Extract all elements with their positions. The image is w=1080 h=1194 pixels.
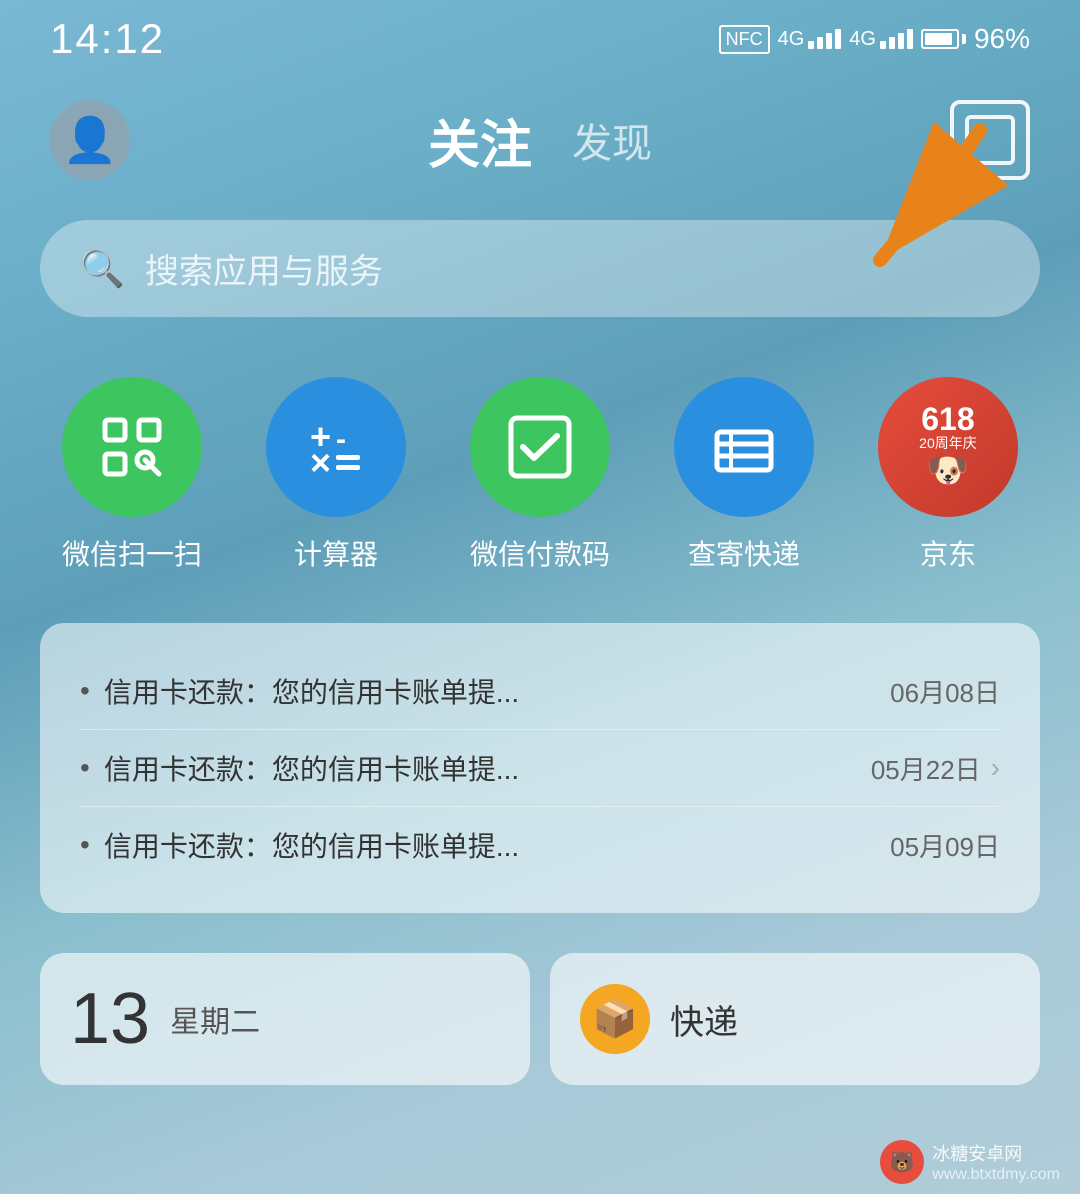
qr-icon[interactable] — [950, 100, 1030, 180]
search-bar[interactable]: 🔍 搜索应用与服务 — [40, 220, 1040, 317]
box-icon — [709, 412, 779, 482]
calendar-day: 星期二 — [170, 997, 260, 1041]
notif-content-3: • 信用卡还款：您的信用卡账单提... — [80, 825, 870, 865]
watermark-info: 冰糖安卓网 www.btxtdmy.com — [932, 1140, 1060, 1184]
battery-tip — [962, 34, 966, 44]
notif-bullet-2: • — [80, 754, 90, 782]
notif-text-2: 信用卡还款：您的信用卡账单提... — [104, 748, 519, 788]
notif-row-3[interactable]: • 信用卡还款：您的信用卡账单提... 05月09日 — [80, 806, 1000, 883]
watermark-url: www.btxtdmy.com — [932, 1166, 1060, 1184]
app-label-express: 查寄快递 — [688, 533, 800, 573]
battery-fill — [925, 33, 952, 45]
app-jd[interactable]: 618 20周年庆 🐶 京东 — [878, 377, 1018, 573]
tab-faxian[interactable]: 发现 — [572, 111, 652, 169]
notif-text-3: 信用卡还款：您的信用卡账单提... — [104, 825, 519, 865]
watermark-logo: 🐻 — [880, 1140, 924, 1184]
app-icon-calculator: + - × — [266, 377, 406, 517]
status-time: 14:12 — [50, 15, 165, 63]
svg-text:×: × — [310, 442, 331, 483]
signal-group-2: 4G — [849, 28, 913, 51]
header: 👤 关注 发现 — [0, 80, 1080, 200]
delivery-label: 快递 — [670, 995, 738, 1044]
pay-icon — [505, 412, 575, 482]
svg-text:-: - — [336, 423, 346, 456]
app-label-jd: 京东 — [920, 533, 976, 573]
calendar-date: 13 — [70, 983, 150, 1055]
notif-date-1: 06月08日 — [890, 673, 1000, 710]
notif-bullet-1: • — [80, 677, 90, 705]
app-calculator[interactable]: + - × 计算器 — [266, 377, 406, 573]
notif-arrow: › — [991, 752, 1000, 784]
battery-body — [921, 29, 959, 49]
avatar[interactable]: 👤 — [50, 100, 130, 180]
notif-text-1: 信用卡还款：您的信用卡账单提... — [104, 671, 519, 711]
search-placeholder: 搜索应用与服务 — [145, 244, 383, 293]
notification-card: • 信用卡还款：您的信用卡账单提... 06月08日 • 信用卡还款：您的信用卡… — [40, 623, 1040, 913]
app-label-wechat-pay: 微信付款码 — [470, 533, 610, 573]
app-icon-wechat-scan — [62, 377, 202, 517]
app-wechat-scan[interactable]: 微信扫一扫 — [62, 377, 202, 573]
avatar-icon: 👤 — [63, 114, 118, 166]
app-wechat-pay[interactable]: 微信付款码 — [470, 377, 610, 573]
4g-label-2: 4G — [849, 28, 876, 51]
calc-icon: + - × — [300, 411, 372, 483]
delivery-card[interactable]: 📦 快递 — [550, 953, 1040, 1085]
app-icon-jd: 618 20周年庆 🐶 — [878, 377, 1018, 517]
battery-percentage: 96% — [974, 23, 1030, 55]
scan-icon — [97, 412, 167, 482]
notif-date-2: 05月22日 — [871, 750, 981, 787]
watermark-name: 冰糖安卓网 — [932, 1140, 1060, 1166]
nfc-icon: NFC — [719, 25, 770, 54]
app-express[interactable]: 查寄快递 — [674, 377, 814, 573]
notif-content-2: • 信用卡还款：您的信用卡账单提... — [80, 748, 851, 788]
apps-grid: 微信扫一扫 + - × 计算器 微信付款码 — [0, 337, 1080, 593]
4g-label-1: 4G — [778, 28, 805, 51]
status-icons: NFC 4G 4G — [719, 23, 1030, 55]
notif-row-2[interactable]: • 信用卡还款：您的信用卡账单提... 05月22日 › — [80, 729, 1000, 806]
signal-group-1: 4G — [778, 28, 842, 51]
app-label-calculator: 计算器 — [294, 533, 378, 573]
notif-row-1[interactable]: • 信用卡还款：您的信用卡账单提... 06月08日 — [80, 653, 1000, 729]
tab-guanzhu[interactable]: 关注 — [428, 103, 532, 178]
delivery-icon-symbol: 📦 — [593, 998, 638, 1040]
qr-inner — [965, 115, 1015, 165]
status-bar: 14:12 NFC 4G 4G — [0, 0, 1080, 70]
delivery-icon: 📦 — [580, 984, 650, 1054]
bottom-cards: 13 星期二 📦 快递 — [0, 943, 1080, 1095]
app-label-wechat-scan: 微信扫一扫 — [62, 533, 202, 573]
watermark: 🐻 冰糖安卓网 www.btxtdmy.com — [880, 1140, 1060, 1184]
notif-bullet-3: • — [80, 831, 90, 859]
header-tabs: 关注 发现 — [428, 103, 652, 178]
search-icon: 🔍 — [80, 248, 125, 290]
notif-content-1: • 信用卡还款：您的信用卡账单提... — [80, 671, 870, 711]
app-icon-express — [674, 377, 814, 517]
signal-bars-1 — [808, 29, 841, 49]
app-icon-wechat-pay — [470, 377, 610, 517]
notif-date-3: 05月09日 — [890, 827, 1000, 864]
signal-bars-2 — [880, 29, 913, 49]
search-bar-container: 🔍 搜索应用与服务 — [0, 200, 1080, 337]
battery-icon — [921, 29, 966, 49]
calendar-card[interactable]: 13 星期二 — [40, 953, 530, 1085]
